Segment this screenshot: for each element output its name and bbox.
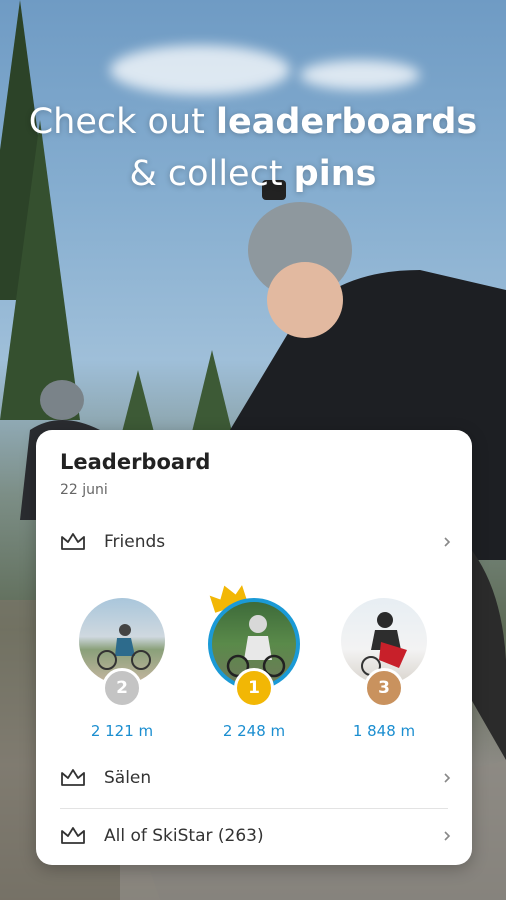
distance-value: 1 848 m bbox=[352, 722, 416, 740]
sallen-label: Sälen bbox=[104, 768, 152, 788]
all-skistar-row[interactable]: All of SkiStar (263) bbox=[36, 812, 472, 860]
distance-value: 2 248 m bbox=[222, 722, 286, 740]
podium-first[interactable]: 1 2 248 m bbox=[206, 585, 302, 740]
chevron-right-icon bbox=[444, 773, 451, 783]
divider bbox=[60, 808, 448, 809]
promo-headline: Check out leaderboards & collect pins bbox=[28, 102, 478, 194]
crown-icon bbox=[61, 769, 85, 786]
leaderboard-card: Leaderboard 22 juni Friends 2 2 121 m 1 … bbox=[36, 430, 472, 865]
crown-icon bbox=[61, 533, 85, 550]
friends-row[interactable]: Friends bbox=[36, 518, 472, 566]
friends-label: Friends bbox=[104, 532, 166, 552]
distance-value: 2 121 m bbox=[90, 722, 154, 740]
leaderboard-date: 22 juni bbox=[60, 482, 108, 498]
crown-icon bbox=[61, 827, 85, 844]
all-skistar-label: All of SkiStar (263) bbox=[104, 826, 264, 846]
chevron-right-icon bbox=[444, 831, 451, 841]
sallen-row[interactable]: Sälen bbox=[36, 754, 472, 802]
chevron-right-icon bbox=[444, 537, 451, 547]
rank-badge: 3 bbox=[364, 668, 404, 708]
rank-badge: 1 bbox=[234, 668, 274, 708]
podium-third[interactable]: 3 1 848 m bbox=[336, 598, 432, 740]
podium-second[interactable]: 2 2 121 m bbox=[74, 598, 170, 740]
leaderboard-title: Leaderboard bbox=[60, 450, 211, 474]
rank-badge: 2 bbox=[102, 668, 142, 708]
